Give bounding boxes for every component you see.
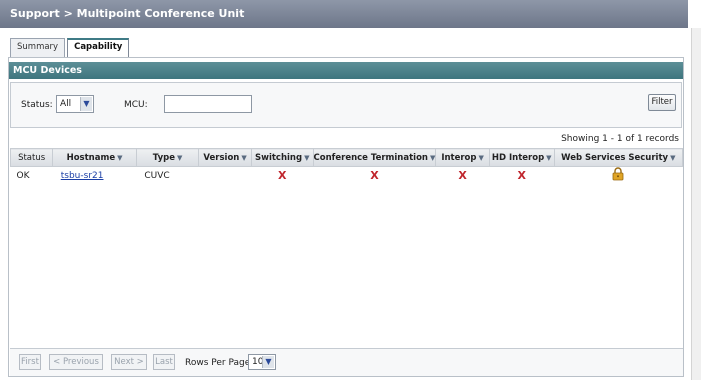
sort-arrow-icon: ▼ <box>546 153 552 162</box>
column-web-services-security[interactable]: Web Services Security ▼ <box>553 148 684 167</box>
sort-arrow-icon: ▼ <box>478 153 484 162</box>
pagination-bar: First < Previous Next > Last Rows Per Pa… <box>10 348 683 376</box>
hostname-link[interactable]: tsbu-sr21 <box>61 171 104 181</box>
tab-summary[interactable]: Summary <box>10 38 66 57</box>
last-page-button[interactable]: Last <box>153 354 175 370</box>
column-hd-interop[interactable]: HD Interop ▼ <box>488 148 555 167</box>
cell-hd-interop: X <box>489 167 554 185</box>
sort-arrow-icon: ▼ <box>670 153 676 162</box>
column-status: Status <box>9 148 54 167</box>
column-type[interactable]: Type ▼ <box>135 148 200 167</box>
lock-icon <box>612 167 624 181</box>
filter-button[interactable]: Filter <box>648 94 676 111</box>
rows-per-page-select[interactable]: 10 ▼ <box>248 354 276 370</box>
mcu-input[interactable] <box>164 95 252 113</box>
capability-panel: MCU Devices Status: All ▼ MCU: Filter Sh… <box>8 57 684 377</box>
status-label: Status: <box>21 100 53 110</box>
table-header-row: Status Hostname ▼ Type ▼ Version ▼ Switchin… <box>9 148 684 167</box>
sort-arrow-icon: ▼ <box>429 153 436 162</box>
column-interop[interactable]: Interop ▼ <box>435 148 490 167</box>
cell-hostname: tsbu-sr21 <box>53 167 137 185</box>
chevron-down-icon: ▼ <box>262 356 274 368</box>
column-version[interactable]: Version ▼ <box>198 148 252 167</box>
next-page-button[interactable]: Next > <box>111 354 147 370</box>
sort-arrow-icon: ▼ <box>117 153 123 162</box>
table-row: OK tsbu-sr21 CUVC X X X X <box>11 167 683 185</box>
sort-arrow-icon: ▼ <box>241 153 247 162</box>
cell-type: CUVC <box>144 170 170 181</box>
chevron-down-icon: ▼ <box>80 97 92 111</box>
first-page-button[interactable]: First <box>19 354 41 370</box>
cell-interop: X <box>436 167 489 185</box>
cell-conference-termination: X <box>313 167 436 185</box>
cell-status: OK <box>16 170 30 181</box>
x-mark-icon: X <box>517 169 526 183</box>
previous-page-button[interactable]: < Previous <box>49 354 103 370</box>
tab-bar: Summary Capability <box>10 38 130 57</box>
cell-version <box>199 167 252 185</box>
page-title: Support > Multipoint Conference Unit <box>0 0 688 28</box>
column-switching[interactable]: Switching ▼ <box>250 148 314 167</box>
sort-arrow-icon: ▼ <box>304 153 310 162</box>
column-conference-termination[interactable]: Conference Termination ▼ <box>312 148 437 167</box>
mcu-table: Status Hostname ▼ Type ▼ Version ▼ Switchin… <box>9 148 684 185</box>
filter-bar: Status: All ▼ MCU: Filter <box>10 82 682 128</box>
cell-web-services-security <box>554 167 682 185</box>
page-scrollbar[interactable] <box>691 28 701 380</box>
mcu-label: MCU: <box>124 100 148 110</box>
x-mark-icon: X <box>458 169 467 183</box>
x-mark-icon: X <box>277 169 287 183</box>
x-mark-icon: X <box>370 169 379 183</box>
column-hostname[interactable]: Hostname ▼ <box>52 148 137 167</box>
sort-arrow-icon: ▼ <box>176 153 183 162</box>
section-title: MCU Devices <box>9 62 683 79</box>
tab-capability[interactable]: Capability <box>67 38 130 57</box>
status-select-value: All <box>60 99 72 109</box>
cell-switching: X <box>251 167 313 185</box>
record-count: Showing 1 - 1 of 1 records <box>561 134 679 144</box>
status-select[interactable]: All ▼ <box>56 95 94 113</box>
rows-per-page-label: Rows Per Page: <box>185 358 254 368</box>
